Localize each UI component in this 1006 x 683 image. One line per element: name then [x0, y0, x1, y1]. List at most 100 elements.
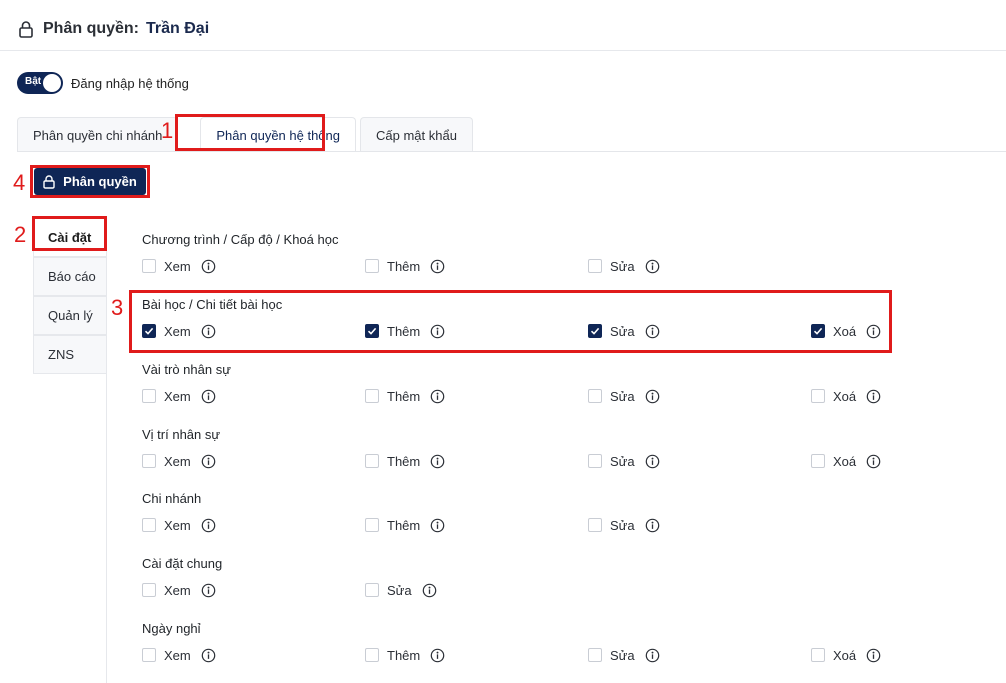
tabs-underline [17, 151, 1006, 152]
annotation-number-2: 2 [14, 222, 27, 247]
info-icon[interactable] [420, 454, 445, 469]
section-title: Chi nhánh [142, 491, 202, 506]
permission-checkbox[interactable] [142, 259, 156, 273]
info-icon[interactable] [856, 389, 881, 404]
permission-checkbox[interactable] [811, 324, 825, 338]
info-icon[interactable] [191, 324, 216, 339]
info-icon[interactable] [420, 389, 445, 404]
permission-option-edit[interactable]: Sửa [365, 581, 437, 599]
permission-checkbox[interactable] [588, 648, 602, 662]
permission-option-label: Sửa [610, 647, 635, 663]
login-toggle-row: Bật Đăng nhập hệ thống [17, 72, 189, 94]
info-icon[interactable] [420, 518, 445, 533]
permission-option-view[interactable]: Xem [142, 452, 216, 470]
permission-option-edit[interactable]: Sửa [588, 452, 660, 470]
permission-checkbox[interactable] [588, 389, 602, 403]
permission-checkbox[interactable] [811, 454, 825, 468]
info-icon[interactable] [635, 389, 660, 404]
permission-option-view[interactable]: Xem [142, 387, 216, 405]
permission-option-edit[interactable]: Sửa [588, 387, 660, 405]
permission-option-label: Xem [164, 388, 191, 404]
permission-checkbox[interactable] [365, 583, 379, 597]
info-icon[interactable] [420, 259, 445, 274]
info-icon[interactable] [420, 324, 445, 339]
permission-option-edit[interactable]: Sửa [588, 257, 660, 275]
permission-checkbox[interactable] [365, 389, 379, 403]
info-icon[interactable] [191, 389, 216, 404]
permission-option-edit[interactable]: Sửa [588, 646, 660, 664]
permission-option-edit[interactable]: Sửa [588, 322, 660, 340]
permission-option-label: Xoá [833, 647, 857, 663]
permission-option-label: Xoá [833, 388, 857, 404]
info-icon[interactable] [191, 648, 216, 663]
tab-branch-permission[interactable]: Phân quyền chi nhánh [17, 117, 179, 152]
permission-option-view[interactable]: Xem [142, 257, 216, 275]
info-icon[interactable] [191, 454, 216, 469]
permission-checkbox[interactable] [588, 518, 602, 532]
subnav-divider [106, 218, 107, 683]
permission-option-add[interactable]: Thêm [365, 387, 445, 405]
info-icon[interactable] [420, 648, 445, 663]
login-toggle[interactable]: Bật [17, 72, 63, 94]
permission-checkbox[interactable] [811, 648, 825, 662]
permission-checkbox[interactable] [588, 324, 602, 338]
info-icon[interactable] [635, 454, 660, 469]
permission-option-delete[interactable]: Xoá [811, 452, 881, 470]
subnav-item-management[interactable]: Quản lý [33, 296, 107, 335]
permission-option-view[interactable]: Xem [142, 516, 216, 534]
permission-option-label: Thêm [387, 258, 421, 274]
permission-option-add[interactable]: Thêm [365, 322, 445, 340]
info-icon[interactable] [635, 259, 660, 274]
permission-checkbox[interactable] [142, 389, 156, 403]
annotation-number-1: 1 [161, 118, 174, 143]
permission-option-view[interactable]: Xem [142, 322, 216, 340]
permission-checkbox[interactable] [365, 259, 379, 273]
subnav-item-reports[interactable]: Báo cáo [33, 257, 107, 296]
permission-option-label: Xem [164, 647, 191, 663]
permission-option-view[interactable]: Xem [142, 646, 216, 664]
toggle-label: Đăng nhập hệ thống [71, 75, 189, 91]
info-icon[interactable] [635, 324, 660, 339]
permission-option-delete[interactable]: Xoá [811, 646, 881, 664]
section-title: Vài trò nhân sự [142, 362, 231, 377]
permission-checkbox[interactable] [365, 648, 379, 662]
permission-option-edit[interactable]: Sửa [588, 516, 660, 534]
info-icon[interactable] [191, 583, 216, 598]
permission-option-add[interactable]: Thêm [365, 646, 445, 664]
info-icon[interactable] [856, 454, 881, 469]
info-icon[interactable] [856, 648, 881, 663]
info-icon[interactable] [412, 583, 437, 598]
permission-checkbox[interactable] [142, 518, 156, 532]
permission-option-add[interactable]: Thêm [365, 257, 445, 275]
permission-checkbox[interactable] [588, 454, 602, 468]
permission-option-add[interactable]: Thêm [365, 516, 445, 534]
info-icon[interactable] [635, 518, 660, 533]
permission-checkbox[interactable] [811, 389, 825, 403]
toggle-knob [43, 74, 61, 92]
permission-checkbox[interactable] [365, 324, 379, 338]
permission-checkbox[interactable] [588, 259, 602, 273]
permission-option-label: Xem [164, 258, 191, 274]
info-icon[interactable] [191, 259, 216, 274]
permission-option-delete[interactable]: Xoá [811, 322, 881, 340]
section-title: Vị trí nhân sự [142, 427, 221, 442]
permission-option-label: Thêm [387, 517, 421, 533]
permission-option-add[interactable]: Thêm [365, 452, 445, 470]
annotation-number-3: 3 [111, 295, 124, 320]
info-icon[interactable] [856, 324, 881, 339]
permission-checkbox[interactable] [142, 583, 156, 597]
permission-option-delete[interactable]: Xoá [811, 387, 881, 405]
annotation-box-2 [32, 216, 107, 251]
subnav-item-zns[interactable]: ZNS [33, 335, 107, 374]
permission-checkbox[interactable] [142, 324, 156, 338]
permission-option-label: Sửa [610, 517, 635, 533]
permission-checkbox[interactable] [142, 454, 156, 468]
permission-option-view[interactable]: Xem [142, 581, 216, 599]
permission-checkbox[interactable] [142, 648, 156, 662]
permission-checkbox[interactable] [365, 518, 379, 532]
permission-checkbox[interactable] [365, 454, 379, 468]
info-icon[interactable] [635, 648, 660, 663]
section-title: Ngày nghỉ [142, 621, 201, 636]
tab-password[interactable]: Cấp mật khẩu [360, 117, 473, 152]
info-icon[interactable] [191, 518, 216, 533]
